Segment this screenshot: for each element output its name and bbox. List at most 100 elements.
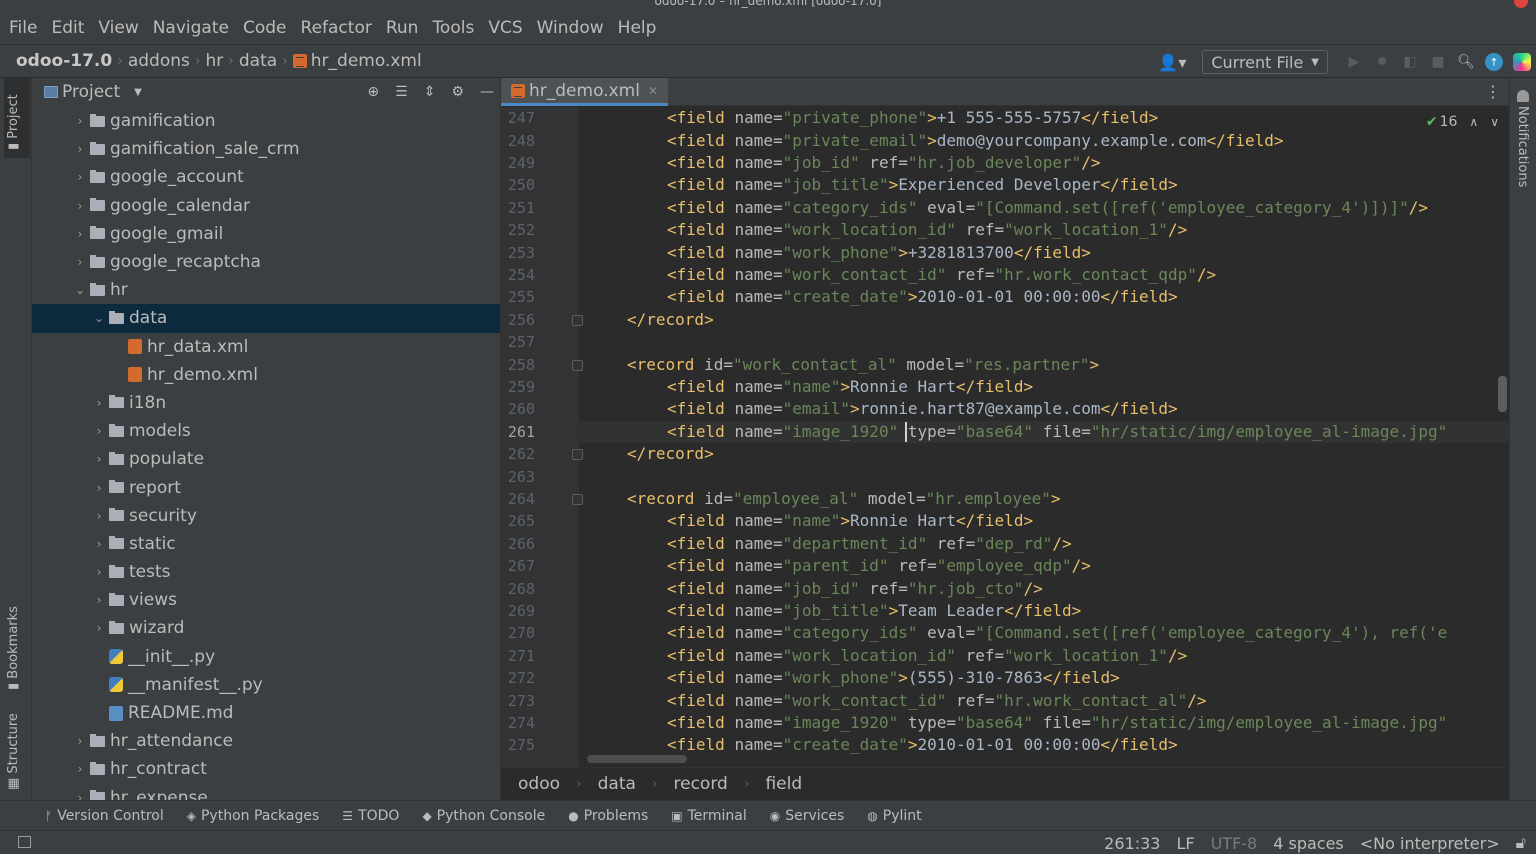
tree-item[interactable]: __manifest__.py xyxy=(32,671,500,699)
chevron-right-icon[interactable]: › xyxy=(91,481,107,495)
chevron-right-icon[interactable]: › xyxy=(72,227,88,241)
chevron-right-icon[interactable]: › xyxy=(91,537,107,551)
editor-vertical-scrollbar[interactable] xyxy=(1498,376,1507,412)
tab-hr-demo-xml[interactable]: hr_demo.xml ✕ xyxy=(501,78,668,106)
previous-highlight-icon[interactable]: ∧ xyxy=(1469,115,1478,129)
chevron-right-icon[interactable]: › xyxy=(91,509,107,523)
chevron-right-icon[interactable]: › xyxy=(91,593,107,607)
tree-item[interactable]: › gamification_sale_crm xyxy=(32,135,500,163)
menu-run[interactable]: Run xyxy=(386,18,419,38)
indent-setting[interactable]: 4 spaces xyxy=(1273,834,1344,853)
chevron-right-icon[interactable]: › xyxy=(91,565,107,579)
tool-window-terminal[interactable]: ▣ Terminal xyxy=(671,808,747,824)
tree-item[interactable]: › hr_contract xyxy=(32,755,500,783)
tool-window-pylint[interactable]: ◍ Pylint xyxy=(867,808,921,824)
caret-position[interactable]: 261:33 xyxy=(1104,834,1160,853)
tool-window-problems[interactable]: ● Problems xyxy=(568,808,648,824)
tree-item[interactable]: hr_demo.xml xyxy=(32,361,500,389)
chevron-right-icon[interactable]: › xyxy=(72,114,88,128)
tree-item[interactable]: › hr_attendance xyxy=(32,727,500,755)
tree-item[interactable]: __init__.py xyxy=(32,643,500,671)
file-encoding[interactable]: UTF-8 xyxy=(1211,834,1258,853)
chevron-right-icon[interactable]: › xyxy=(72,142,88,156)
editor-horizontal-scrollbar[interactable] xyxy=(587,755,687,763)
tree-item[interactable]: › google_account xyxy=(32,163,500,191)
tree-item[interactable]: › wizard xyxy=(32,614,500,642)
chevron-right-icon[interactable]: › xyxy=(72,255,88,269)
close-tab-icon[interactable]: ✕ xyxy=(648,84,658,98)
coverage-icon[interactable]: ◧ xyxy=(1401,53,1419,71)
editor-breadcrumb-data[interactable]: data xyxy=(598,774,636,794)
editor-breadcrumb-record[interactable]: record xyxy=(674,774,728,794)
next-highlight-icon[interactable]: ∨ xyxy=(1490,115,1499,129)
menu-file[interactable]: File xyxy=(9,18,37,38)
project-panel-title[interactable]: Project xyxy=(62,82,120,102)
menu-help[interactable]: Help xyxy=(618,18,657,38)
more-tabs-icon[interactable]: ⋮ xyxy=(1485,82,1501,101)
menu-view[interactable]: View xyxy=(98,18,138,38)
lock-icon[interactable]: 🔓︎ xyxy=(1516,833,1526,853)
menu-window[interactable]: Window xyxy=(537,18,604,38)
tool-window-python-console[interactable]: ◆ Python Console xyxy=(422,808,545,824)
run-configuration-select[interactable]: Current File ▼ xyxy=(1202,50,1328,74)
chevron-right-icon[interactable]: › xyxy=(72,734,88,748)
menu-navigate[interactable]: Navigate xyxy=(153,18,229,38)
chevron-right-icon[interactable]: › xyxy=(91,452,107,466)
chevron-down-icon[interactable]: ⌄ xyxy=(72,283,88,297)
tree-item[interactable]: › models xyxy=(32,417,500,445)
toggle-tool-windows-icon[interactable] xyxy=(18,836,31,848)
chevron-right-icon[interactable]: › xyxy=(72,762,88,776)
menu-code[interactable]: Code xyxy=(243,18,287,38)
tree-item[interactable]: › google_calendar xyxy=(32,192,500,220)
expand-all-icon[interactable]: ☰ xyxy=(395,84,408,100)
chevron-right-icon[interactable]: › xyxy=(72,170,88,184)
project-tool-tab[interactable]: ▮ Project xyxy=(6,94,21,150)
menu-refactor[interactable]: Refactor xyxy=(301,18,372,38)
menu-edit[interactable]: Edit xyxy=(51,18,84,38)
tree-item[interactable]: › tests xyxy=(32,558,500,586)
notifications-tool-tab[interactable]: Notifications xyxy=(1515,106,1530,187)
run-icon[interactable]: ▶ xyxy=(1345,53,1363,71)
chevron-right-icon[interactable]: › xyxy=(91,621,107,635)
tree-item[interactable]: › i18n xyxy=(32,389,500,417)
breadcrumb-data[interactable]: data xyxy=(239,51,277,71)
editor-breadcrumb-field[interactable]: field xyxy=(765,774,802,794)
structure-tool-tab[interactable]: ▦ Structure xyxy=(6,713,21,790)
user-icon[interactable]: 👤▾ xyxy=(1158,53,1186,72)
editor-breadcrumb-odoo[interactable]: odoo xyxy=(518,774,560,794)
gear-icon[interactable]: ⚙ xyxy=(451,84,464,100)
menu-tools[interactable]: Tools xyxy=(432,18,474,38)
tree-item[interactable]: › gamification xyxy=(32,107,500,135)
tree-item[interactable]: › report xyxy=(32,473,500,501)
jetbrains-logo-icon[interactable] xyxy=(1513,53,1531,71)
debug-icon[interactable]: ✹ xyxy=(1373,53,1391,71)
tool-window-version-control[interactable]: ᚠ Version Control xyxy=(45,808,164,824)
tree-item[interactable]: › google_gmail xyxy=(32,220,500,248)
breadcrumb-addons[interactable]: addons xyxy=(128,51,190,71)
tree-item[interactable]: ⌄ data xyxy=(32,304,500,333)
tree-item[interactable]: › views xyxy=(32,586,500,614)
update-icon[interactable]: ↑ xyxy=(1485,53,1503,71)
tree-item[interactable]: › hr_expense xyxy=(32,784,500,800)
chevron-down-icon[interactable]: ▼ xyxy=(134,87,142,98)
collapse-all-icon[interactable]: ⇕ xyxy=(424,84,436,100)
python-interpreter[interactable]: <No interpreter> xyxy=(1360,834,1500,853)
tool-window-python-packages[interactable]: ◈ Python Packages xyxy=(187,808,320,824)
tool-window-services[interactable]: ◉ Services xyxy=(770,808,845,824)
locate-icon[interactable]: ⊕ xyxy=(367,84,379,100)
bookmarks-tool-tab[interactable]: ▮ Bookmarks xyxy=(6,606,21,690)
line-separator[interactable]: LF xyxy=(1176,834,1194,853)
bell-icon[interactable] xyxy=(1517,90,1529,102)
tree-item[interactable]: › static xyxy=(32,530,500,558)
chevron-right-icon[interactable]: › xyxy=(91,424,107,438)
breadcrumb-hr[interactable]: hr xyxy=(205,51,223,71)
search-icon[interactable]: 🔍︎ xyxy=(1457,53,1475,71)
tree-item[interactable]: ⌄ hr xyxy=(32,276,500,304)
chevron-down-icon[interactable]: ⌄ xyxy=(91,311,107,325)
chevron-right-icon[interactable]: › xyxy=(72,199,88,213)
inspections-widget[interactable]: ✔ 16 ∧ ∨ xyxy=(1426,114,1499,130)
tree-item[interactable]: › security xyxy=(32,502,500,530)
tree-item[interactable]: › google_recaptcha xyxy=(32,248,500,276)
tree-item[interactable]: hr_data.xml xyxy=(32,333,500,361)
tree-item[interactable]: › populate xyxy=(32,445,500,473)
